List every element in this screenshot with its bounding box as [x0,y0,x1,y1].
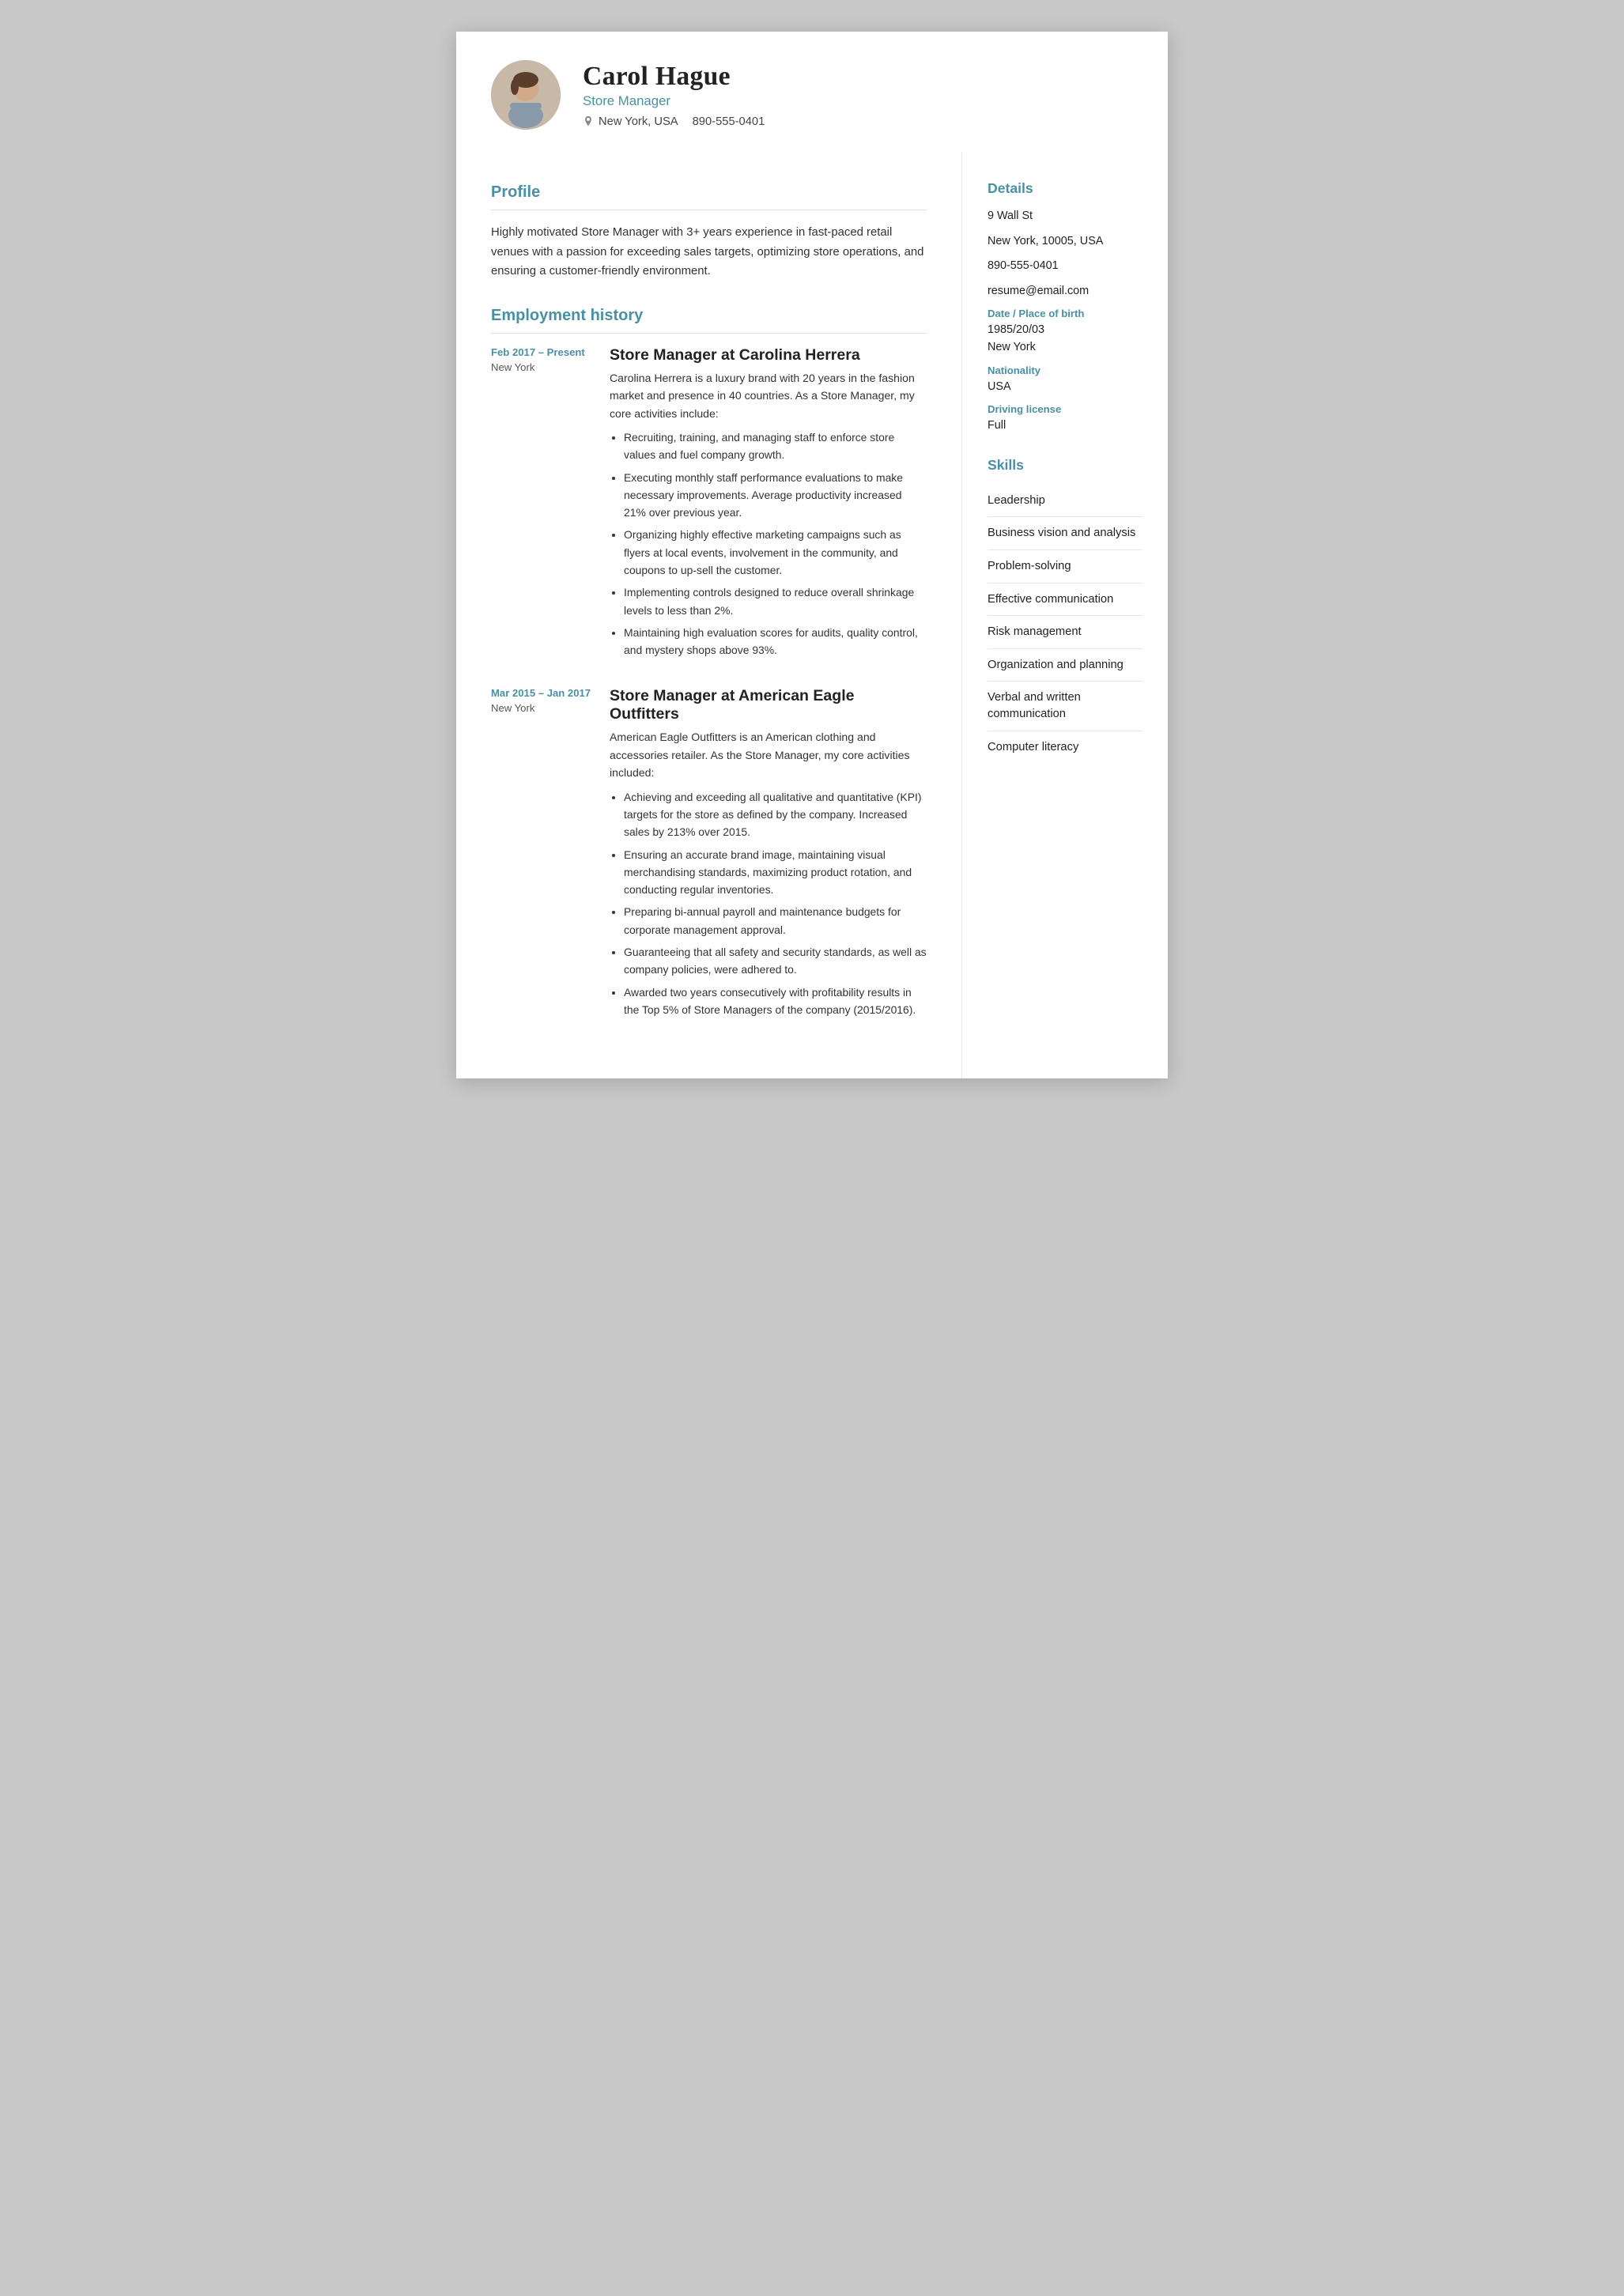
emp-date-col-1: Feb 2017 – Present New York [491,346,594,664]
detail-address1: 9 Wall St [988,208,1142,225]
license-value: Full [988,417,1142,435]
candidate-name: Carol Hague [583,62,765,92]
resume-body: Profile Highly motivated Store Manager w… [456,152,1168,1078]
detail-email: resume@email.com [988,283,1142,300]
detail-dob: 1985/20/03 New York [988,322,1142,356]
bullet-item: Implementing controls designed to reduce… [624,583,927,619]
resume-page: Carol Hague Store Manager New York, USA … [456,32,1168,1078]
skill-item-6: Verbal and written communication [988,682,1142,731]
details-section: Details 9 Wall St New York, 10005, USA 8… [988,180,1142,435]
nationality-label: Nationality [988,364,1142,376]
emp-title-1: Store Manager at Carolina Herrera [610,346,927,364]
bullet-item: Achieving and exceeding all qualitative … [624,788,927,841]
dob-value: 1985/20/03 [988,322,1142,339]
bullet-item: Guaranteeing that all safety and securit… [624,943,927,979]
emp-location-1: New York [491,361,594,373]
emp-content-2: Store Manager at American Eagle Outfitte… [610,687,927,1023]
license-label: Driving license [988,403,1142,415]
phone-value: 890-555-0401 [988,258,1142,275]
emp-content-1: Store Manager at Carolina Herrera Caroli… [610,346,927,664]
bullet-item: Awarded two years consecutively with pro… [624,984,927,1019]
employment-section-title: Employment history [491,307,927,325]
bullet-item: Maintaining high evaluation scores for a… [624,624,927,659]
bullet-item: Preparing bi-annual payroll and maintena… [624,903,927,938]
location-text: New York, USA [599,115,678,128]
detail-nationality: USA [988,379,1142,396]
skill-item-1: Business vision and analysis [988,517,1142,550]
skills-section: Skills Leadership Business vision and an… [988,457,1142,763]
emp-desc-2: American Eagle Outfitters is an American… [610,728,927,782]
sidebar-column: Details 9 Wall St New York, 10005, USA 8… [962,152,1168,1078]
skill-item-2: Problem-solving [988,550,1142,583]
bullet-item: Ensuring an accurate brand image, mainta… [624,846,927,899]
skill-item-3: Effective communication [988,583,1142,617]
header-contact: New York, USA 890-555-0401 [583,115,765,128]
detail-address2: New York, 10005, USA [988,233,1142,251]
detail-license: Full [988,417,1142,435]
skills-section-title: Skills [988,457,1142,474]
employment-entry-1: Feb 2017 – Present New York Store Manage… [491,346,927,664]
bullet-item: Organizing highly effective marketing ca… [624,526,927,579]
pob-value: New York [988,339,1142,357]
address-line2: New York, 10005, USA [988,233,1142,251]
emp-date-1: Feb 2017 – Present [491,346,594,358]
profile-text: Highly motivated Store Manager with 3+ y… [491,223,927,281]
bullet-item: Recruiting, training, and managing staff… [624,429,927,464]
bullet-item: Executing monthly staff performance eval… [624,469,927,522]
emp-date-2: Mar 2015 – Jan 2017 [491,687,594,699]
emp-desc-1: Carolina Herrera is a luxury brand with … [610,369,927,423]
location-icon [583,116,594,127]
emp-title-2: Store Manager at American Eagle Outfitte… [610,687,927,723]
profile-section-title: Profile [491,183,927,202]
skill-item-5: Organization and planning [988,649,1142,682]
emp-bullets-2: Achieving and exceeding all qualitative … [610,788,927,1018]
dob-label: Date / Place of birth [988,308,1142,319]
employment-section: Employment history Feb 2017 – Present Ne… [491,307,927,1023]
skill-item-4: Risk management [988,616,1142,649]
resume-header: Carol Hague Store Manager New York, USA … [456,32,1168,152]
skill-item-7: Computer literacy [988,731,1142,764]
job-title: Store Manager [583,93,765,109]
employment-entry-2: Mar 2015 – Jan 2017 New York Store Manag… [491,687,927,1023]
email-value: resume@email.com [988,283,1142,300]
employment-divider [491,333,927,334]
address-line1: 9 Wall St [988,208,1142,225]
header-info: Carol Hague Store Manager New York, USA … [583,62,765,128]
emp-bullets-1: Recruiting, training, and managing staff… [610,429,927,659]
avatar [491,60,561,130]
nationality-value: USA [988,379,1142,396]
main-column: Profile Highly motivated Store Manager w… [456,152,962,1078]
emp-date-col-2: Mar 2015 – Jan 2017 New York [491,687,594,1023]
details-section-title: Details [988,180,1142,197]
detail-phone: 890-555-0401 [988,258,1142,275]
emp-location-2: New York [491,702,594,714]
header-phone: 890-555-0401 [693,115,765,128]
location-info: New York, USA [583,115,678,128]
profile-section: Profile Highly motivated Store Manager w… [491,183,927,281]
skill-item-0: Leadership [988,485,1142,518]
